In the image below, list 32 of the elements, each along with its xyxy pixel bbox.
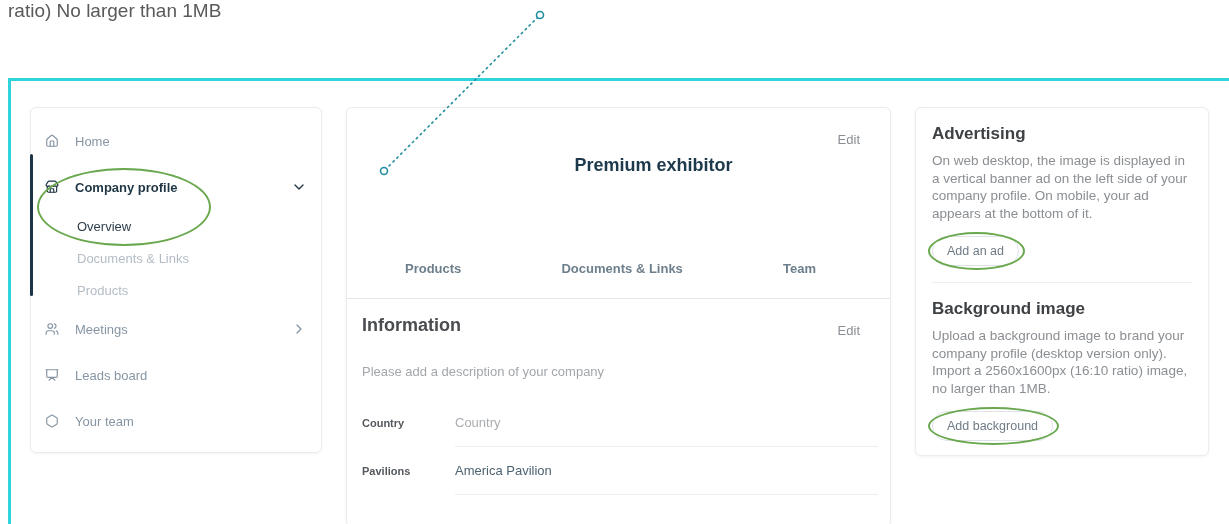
nav-icon <box>45 322 59 336</box>
nav-icon <box>45 368 59 382</box>
field-value: America Pavilion <box>455 447 878 495</box>
section-title: Background image <box>932 299 1087 319</box>
section-title: Advertising <box>932 124 1027 144</box>
profile-tab[interactable]: Documents & Links <box>561 257 683 282</box>
field-value: Country <box>455 399 878 447</box>
sidebar-item[interactable]: Meetings <box>31 306 321 352</box>
sidebar-item[interactable]: Home <box>31 118 321 164</box>
nav-icon <box>45 134 59 148</box>
description-text: Please add a description of your company <box>362 364 606 379</box>
section-text: Upload a background image to brand your company profile (desktop version only). Import a 2560x1600px (16:10 ratio) image, no larger than 1MB. <box>932 327 1189 397</box>
profile-title: Premium exhibitor <box>573 155 734 176</box>
submenu-item[interactable]: Documents & Links <box>31 242 321 274</box>
submenu-item[interactable]: Overview <box>31 210 321 242</box>
field-label: Country <box>362 417 406 429</box>
profile-tab[interactable]: Team <box>783 257 816 282</box>
section-text: On web desktop, the image is displayed in a vertical banner ad on the left side of your company profile. On mobile, your ad appears at the bottom of it. <box>932 152 1189 222</box>
sidebar-item[interactable]: Company profile <box>31 164 321 210</box>
edit-link[interactable]: Edit <box>837 321 860 340</box>
add-button[interactable]: Add background <box>932 411 1054 441</box>
section-title: Information <box>362 315 461 336</box>
add-button[interactable]: Add an ad <box>932 236 1019 266</box>
edit-link[interactable]: Edit <box>837 130 860 149</box>
field-label: Pavilions <box>362 465 412 477</box>
sidebar-item[interactable]: Leads board <box>31 352 321 398</box>
nav-icon <box>45 414 59 428</box>
submenu-item[interactable]: Products <box>31 274 321 306</box>
nav-icon <box>45 180 59 194</box>
sidebar-item[interactable]: Your team <box>31 398 321 444</box>
caption-text: ratio) No larger than 1MB <box>8 0 223 23</box>
profile-tab[interactable]: Products <box>405 257 462 282</box>
